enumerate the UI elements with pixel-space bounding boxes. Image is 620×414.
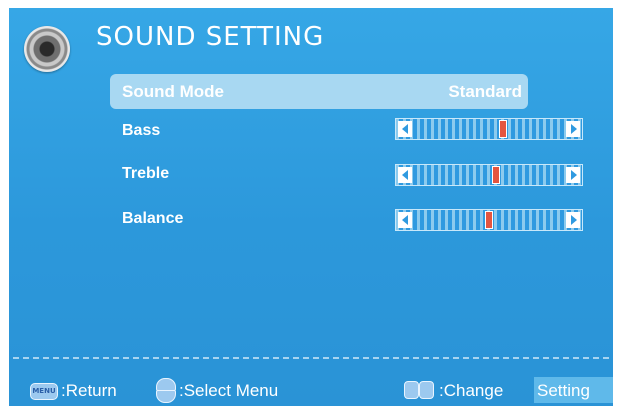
page-title: SOUND SETTING (96, 22, 325, 52)
sound-setting-screen: SOUND SETTING Sound Mode Standard Bass T… (9, 8, 613, 406)
arrow-right-icon[interactable] (566, 212, 580, 228)
select-menu-hint: :Select Menu (179, 381, 279, 400)
arrow-left-icon[interactable] (398, 167, 412, 183)
left-right-key-icon (404, 381, 434, 399)
footer-hints: MENU :Return :Select Menu :Change Settin… (9, 376, 613, 406)
menu-item-sound-mode[interactable]: Sound Mode Standard (110, 74, 528, 109)
arrow-left-icon[interactable] (398, 121, 412, 137)
bass-slider[interactable] (395, 118, 583, 140)
menu-key-icon: MENU (30, 383, 58, 400)
arrow-left-icon[interactable] (398, 212, 412, 228)
sound-mode-value: Standard (448, 82, 522, 101)
treble-slider[interactable] (395, 164, 583, 186)
treble-slider-thumb[interactable] (492, 166, 501, 184)
footer-divider (13, 357, 609, 359)
up-down-key-icon (156, 378, 176, 403)
balance-label: Balance (122, 210, 184, 227)
arrow-right-icon[interactable] (566, 121, 580, 137)
speaker-icon (24, 26, 70, 72)
bass-slider-thumb[interactable] (499, 120, 508, 138)
return-hint: :Return (61, 381, 117, 400)
setting-hint: Setting (537, 381, 590, 400)
sound-mode-label: Sound Mode (122, 82, 224, 101)
bass-label: Bass (122, 122, 161, 139)
balance-slider[interactable] (395, 209, 583, 231)
balance-slider-thumb[interactable] (485, 211, 493, 229)
treble-label: Treble (122, 165, 170, 182)
arrow-right-icon[interactable] (566, 167, 580, 183)
change-hint: :Change (439, 381, 504, 400)
